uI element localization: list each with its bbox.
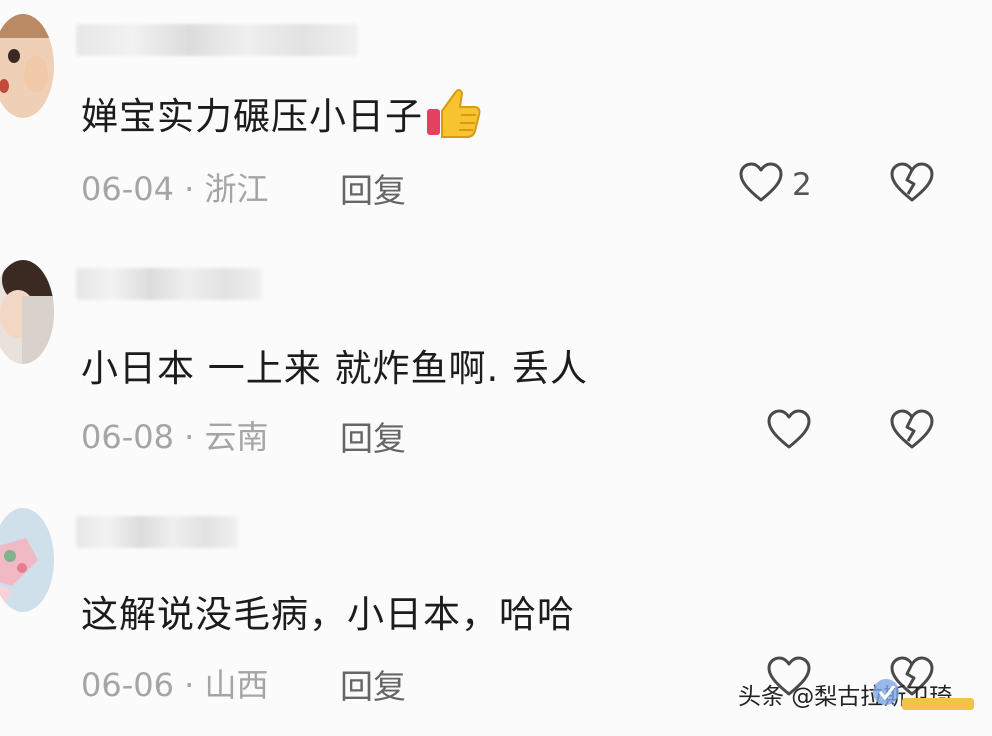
avatar[interactable] — [0, 14, 54, 118]
reply-button[interactable]: 回复 — [340, 164, 406, 212]
avatar[interactable] — [0, 508, 54, 612]
meta-separator: · — [184, 666, 195, 704]
reply-button[interactable]: 回复 — [340, 412, 406, 460]
username-blurred[interactable] — [76, 268, 262, 300]
comment-text: 这解说没毛病，小日本，哈哈 — [81, 593, 575, 636]
comment-text: 小日本 一上来 就炸鱼啊. 丢人 — [81, 347, 589, 390]
comment-meta: 06-06 · 山西 — [81, 660, 269, 706]
comment-date: 06-04 — [81, 170, 174, 208]
avatar[interactable]: E — [0, 260, 54, 364]
like-button[interactable]: 2 — [738, 162, 812, 208]
heart-icon — [766, 409, 812, 455]
dislike-button[interactable] — [889, 162, 935, 208]
meta-separator: · — [184, 418, 195, 456]
comment-location: 浙江 — [204, 170, 269, 208]
comment-item: E 小日本 一上来 就炸鱼啊. 丢人 06-08 · 云南 回复 — [0, 248, 992, 488]
comment-meta: 06-08 · 云南 — [81, 412, 269, 458]
thumbs-up-icon — [425, 87, 483, 150]
svg-text:E: E — [0, 348, 3, 364]
heart-icon — [738, 162, 784, 208]
reply-button[interactable]: 回复 — [340, 660, 406, 708]
meta-separator: · — [184, 170, 195, 208]
comment-location: 云南 — [204, 418, 269, 456]
broken-heart-icon — [889, 162, 935, 208]
comment-item: 婵宝实力碾压小日子 06-04 · 浙江 回复 2 — [0, 0, 992, 240]
comment-body: 婵宝实力碾压小日子 — [81, 95, 423, 138]
comment-text: 婵宝实力碾压小日子 — [81, 86, 483, 150]
like-button[interactable] — [766, 409, 812, 455]
like-count: 2 — [792, 167, 812, 203]
comment-location: 山西 — [204, 666, 269, 704]
broken-heart-icon — [889, 409, 935, 455]
comment-date: 06-06 — [81, 666, 174, 704]
comment-meta: 06-04 · 浙江 — [81, 164, 269, 210]
watermark-logo — [870, 672, 980, 716]
comment-date: 06-08 — [81, 418, 174, 456]
username-blurred[interactable] — [76, 516, 238, 548]
username-blurred[interactable] — [76, 24, 358, 56]
dislike-button[interactable] — [889, 409, 935, 455]
